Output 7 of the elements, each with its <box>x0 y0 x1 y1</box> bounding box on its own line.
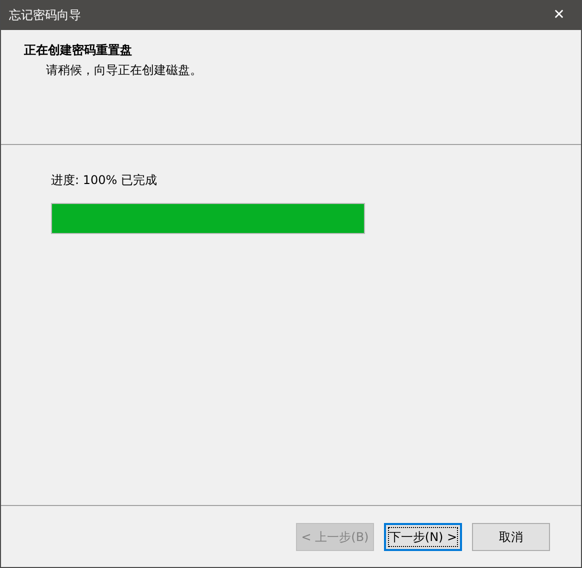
header-subtitle: 请稍候，向导正在创建磁盘。 <box>45 62 203 79</box>
wizard-button[interactable]: 下一步(N) > <box>384 523 462 551</box>
header-title: 正在创建密码重置盘 <box>24 42 133 59</box>
wizard-button[interactable]: 取消 <box>472 523 550 551</box>
window-title: 忘记密码向导 <box>9 6 81 24</box>
progress-label: 进度: 100% 已完成 <box>51 172 158 189</box>
close-button[interactable]: ✕ <box>537 0 581 30</box>
